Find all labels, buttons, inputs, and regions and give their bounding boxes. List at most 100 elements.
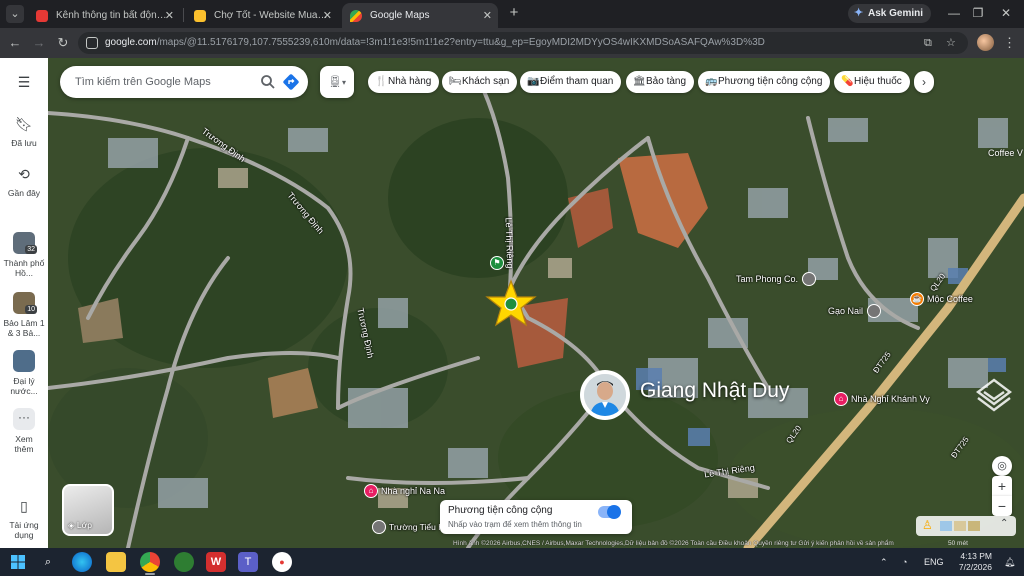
bookmark-star-icon[interactable]: ☆ (946, 36, 956, 50)
search-icon[interactable]: ⌕ (38, 552, 58, 572)
chip-museums[interactable]: 🏛 Bảo tàng (626, 71, 695, 93)
poi-tam-phong[interactable]: Tam Phong Co. (736, 272, 819, 286)
tab-search-icon[interactable]: ⌄ (6, 5, 24, 23)
close-window-icon[interactable]: ✕ (996, 4, 1016, 22)
sidebar-item-recent-place-3[interactable]: Đại lý nước... (0, 350, 48, 396)
chevron-up-icon[interactable]: ⌃ (880, 554, 888, 570)
museum-icon: 🏛 (633, 76, 646, 87)
chip-transit[interactable]: 🚌 Phương tiện công cộng (698, 71, 831, 93)
browser-tab-google-maps[interactable]: Google Maps ✕ (342, 3, 498, 28)
sidebar-item-recent[interactable]: ⟲ Gần đây (0, 164, 48, 198)
pegman-icon[interactable]: ♙ (922, 518, 933, 532)
search-input[interactable]: Tìm kiếm trên Google Maps (75, 66, 211, 98)
taskbar-clock[interactable]: 4:13 PM 7/2/2026 (952, 551, 992, 573)
chip-attractions[interactable]: 📷 Điểm tham quan (520, 71, 622, 93)
teams-icon[interactable]: T (238, 552, 258, 572)
directions-icon[interactable] (282, 73, 300, 91)
active-app-indicator (145, 573, 155, 575)
poi-moc-coffee[interactable]: ☕ Mộc Coffee (910, 292, 973, 306)
sidebar-item-label: Gần đây (7, 188, 41, 198)
chip-hotels[interactable]: 🛏 Khách sạn (442, 71, 518, 93)
ask-gemini-button[interactable]: ✦ Ask Gemini (848, 4, 932, 23)
file-explorer-icon[interactable] (106, 552, 126, 572)
windows-start-icon[interactable] (8, 552, 28, 572)
sidebar-item-recent-place-2[interactable]: 10 Bảo Lâm 1 & 3 Bả... (0, 292, 48, 338)
poi-nha-nghi-na-na[interactable]: ⌂ Nhà nghỉ Na Na (364, 484, 445, 498)
map-search-box[interactable]: Tìm kiếm trên Google Maps (60, 66, 308, 98)
browser-tab-2[interactable]: Chợ Tốt - Website Mua Bán, Rao ✕ (186, 3, 338, 28)
thumbnail-icon[interactable] (940, 521, 952, 531)
forward-arrow-icon[interactable]: → (30, 34, 48, 52)
sidebar-item-saved[interactable]: 🔖︎ Đã lưu (0, 114, 48, 148)
sidebar-item-recent-place-1[interactable]: 32 Thành phố Hồ... (0, 232, 48, 278)
office-icon[interactable]: W (206, 552, 226, 572)
sidebar-item-more[interactable]: ··· Xem thêm (0, 408, 48, 454)
restore-window-icon[interactable]: ❐ (968, 4, 988, 22)
satellite-map[interactable]: Trương Định Trương Định Trương Định Lê T… (48, 58, 1024, 548)
chip-pharmacy[interactable]: 💊 Hiệu thuốc (834, 71, 910, 93)
transit-toggle[interactable] (598, 505, 621, 519)
place-thumbnail: 10 (13, 292, 37, 314)
sidebar-item-label: Thành phố Hồ... (3, 258, 45, 278)
coffee-icon: ☕ (910, 292, 924, 306)
contact-location-marker[interactable] (580, 370, 630, 420)
contact-name-label: Giang Nhật Duy (640, 379, 790, 402)
target-icon: ◎ (997, 460, 1007, 472)
thumbnail-icon[interactable] (968, 521, 980, 531)
close-tab-icon[interactable]: ✕ (323, 9, 332, 22)
site-info-icon[interactable] (86, 37, 98, 49)
chrome-icon[interactable] (140, 552, 160, 572)
hotel-icon: 🛏 (449, 76, 462, 87)
zoom-out-button[interactable]: − (992, 496, 1012, 516)
network-icon[interactable]: ◔ (902, 554, 907, 570)
chip-restaurants[interactable]: 🍴 Nhà hàng (368, 71, 440, 93)
url-host: google.com (105, 37, 157, 48)
place-thumbnail: 32 (13, 232, 37, 254)
chips-next-button[interactable]: › (914, 71, 934, 93)
sidebar-item-label: Đại lý nước... (10, 376, 38, 396)
poi-pin-icon (867, 304, 882, 318)
close-tab-icon[interactable]: ✕ (165, 9, 174, 22)
tab-divider (183, 8, 184, 22)
tab-favicon-icon (194, 10, 206, 22)
notification-app-icon[interactable]: ● (272, 552, 292, 572)
street-view-bar[interactable]: ♙ ⌃ (916, 516, 1016, 536)
poi-gao-nail[interactable]: Gạo Nail (828, 304, 884, 318)
zoom-in-button[interactable]: + (992, 476, 1012, 496)
reload-icon[interactable]: ↻ (54, 34, 72, 52)
road-label: Lê Thị Riêng (503, 217, 516, 269)
camera-icon: 📷 (527, 76, 540, 87)
browser-tab-1[interactable]: Kênh thông tin bất động sản - N ✕ (28, 3, 180, 28)
profile-avatar[interactable] (977, 34, 994, 51)
language-indicator[interactable]: ENG (924, 554, 944, 570)
tab-favicon-icon (36, 10, 48, 22)
clock-time: 4:13 PM (960, 551, 992, 561)
notifications-bell-icon[interactable]: 🔔︎ (1004, 554, 1015, 570)
minimize-window-icon[interactable]: — (944, 4, 964, 22)
starred-place-icon[interactable] (484, 278, 538, 328)
browser-menu-icon[interactable]: ⋮ (1003, 34, 1016, 52)
layers-button[interactable]: ◈ Lớp (62, 484, 114, 536)
sidebar-item-label: Bảo Lâm 1 & 3 Bả... (3, 318, 45, 338)
sidebar-item-label: Xem thêm (14, 434, 34, 454)
layers-icon: ◈ (68, 520, 77, 530)
menu-button[interactable]: ☰ (0, 72, 48, 96)
poi-nha-nghi-khanh-vy[interactable]: ⌂ Nhà Nghỉ Khánh Vy (834, 392, 930, 406)
back-arrow-icon[interactable]: ← (6, 34, 24, 52)
edge-icon[interactable] (72, 552, 92, 572)
thumbnail-icon[interactable] (954, 521, 966, 531)
install-app-icon[interactable]: ⧉ (924, 36, 932, 50)
chip-label: Bảo tàng (646, 76, 687, 87)
tab-title: Chợ Tốt - Website Mua Bán, Rao (214, 10, 330, 21)
address-bar[interactable]: google.com/maps/@11.5176179,107.7555239,… (78, 32, 968, 54)
chevron-up-icon[interactable]: ⌃ (1000, 518, 1008, 529)
my-location-button[interactable]: ◎ (992, 456, 1012, 476)
park-pin-icon[interactable]: ⚑ (490, 256, 504, 270)
contact-avatar (584, 374, 626, 416)
new-tab-button[interactable]: + (506, 5, 522, 21)
search-icon[interactable] (260, 74, 276, 90)
app-icon[interactable] (174, 552, 194, 572)
sidebar-item-get-app[interactable]: ▯ Tải ứng dụng (0, 496, 48, 540)
close-tab-icon[interactable]: ✕ (483, 9, 492, 22)
transit-layer-dropdown[interactable]: 🚆︎▾ (320, 66, 354, 98)
